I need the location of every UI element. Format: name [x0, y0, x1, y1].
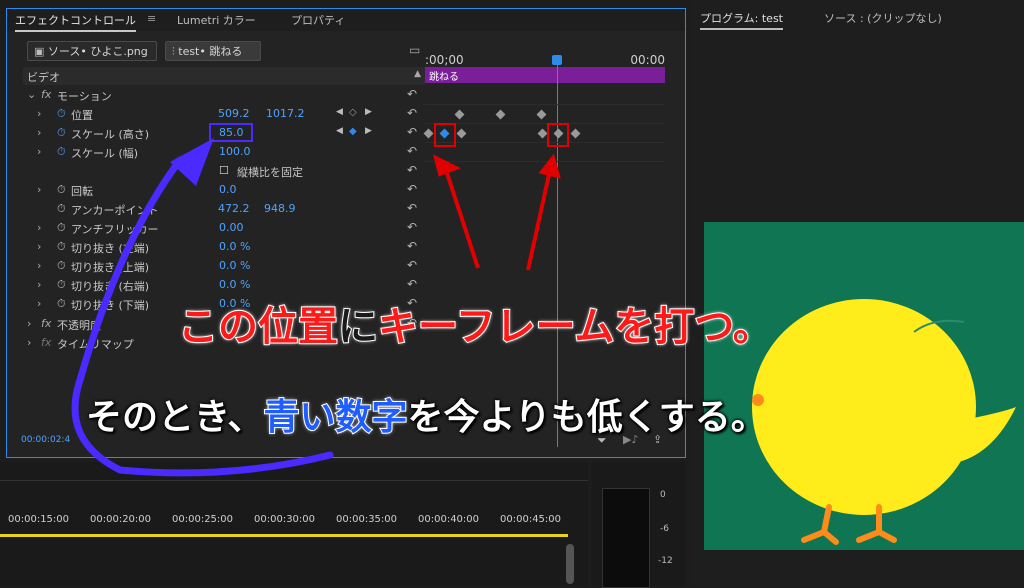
purple-arrow-head	[170, 138, 214, 186]
red-arrow-left-head	[433, 154, 461, 177]
caption-line-1: この位置にキーフレームを打つ。	[177, 294, 774, 352]
caption-emphasis: キーフレームを打つ。	[377, 303, 774, 351]
caption-emphasis: 青い数字	[262, 396, 408, 439]
red-arrow-left	[444, 169, 480, 269]
caption-line-2: そのとき、青い数字を今よりも低くする。	[86, 388, 767, 440]
red-arrow-right-head	[538, 153, 561, 179]
caption-emphasis: この位置	[177, 303, 339, 351]
annotation-arrows	[71, 138, 561, 477]
caption-text: そのとき、	[86, 397, 264, 438]
caption-text: に	[337, 303, 379, 351]
red-arrow-right	[526, 169, 552, 271]
caption-text: を今よりも低くする。	[407, 397, 767, 438]
